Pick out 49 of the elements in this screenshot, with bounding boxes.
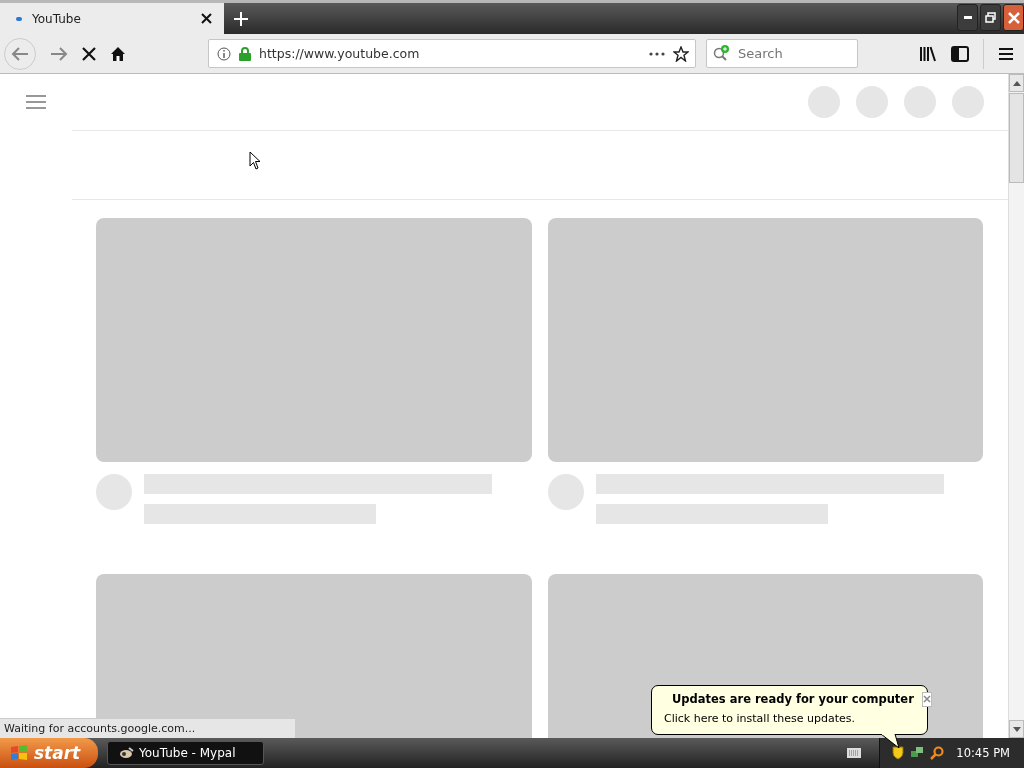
close-icon (922, 695, 931, 703)
tab-title: YouTube (32, 11, 82, 26)
library-icon[interactable] (919, 45, 937, 62)
close-icon[interactable] (201, 13, 212, 24)
scroll-thumb[interactable] (1009, 93, 1024, 183)
url-text: https://www.youtube.com (259, 46, 421, 61)
address-bar[interactable]: https://www.youtube.com (208, 39, 696, 68)
placeholder-circle (856, 86, 888, 118)
scrollbar[interactable] (1008, 74, 1024, 738)
new-tab-icon[interactable] (234, 11, 248, 26)
close-icon (1007, 11, 1020, 24)
balloon-tail (881, 734, 903, 748)
minimize-button[interactable] (957, 4, 978, 31)
restore-button[interactable] (980, 4, 1001, 31)
star-icon[interactable] (673, 45, 689, 62)
browser-tab[interactable]: YouTube (0, 3, 224, 34)
search-icon[interactable] (930, 746, 945, 760)
windows-logo-icon (10, 745, 28, 761)
balloon-text: Click here to install these updates. (664, 712, 856, 725)
avatar-placeholder (548, 474, 584, 510)
search-field[interactable]: Search (706, 39, 858, 68)
restore-icon (985, 12, 996, 23)
close-button[interactable] (1003, 4, 1024, 31)
mouse-cursor-icon (249, 151, 261, 170)
scroll-up-icon[interactable] (1012, 80, 1021, 86)
network-icon[interactable] (910, 746, 925, 760)
back-arrow-icon (11, 46, 29, 61)
forward-icon[interactable] (50, 46, 68, 61)
app-icon (118, 747, 134, 759)
sidebar-icon[interactable] (951, 45, 969, 62)
more-icon[interactable] (649, 51, 665, 56)
stop-icon[interactable] (82, 46, 96, 61)
favicon-icon (16, 16, 22, 21)
placeholder-circle (952, 86, 984, 118)
status-text: Waiting for accounts.google.com... (0, 718, 296, 738)
minimize-icon (963, 16, 972, 19)
shield-icon[interactable] (892, 746, 905, 760)
menu-icon[interactable] (998, 46, 1014, 61)
avatar-placeholder (96, 474, 132, 510)
home-icon[interactable] (110, 45, 126, 62)
balloon-title: Updates are ready for your computer (672, 692, 914, 706)
keyboard-icon[interactable] (847, 748, 862, 758)
info-icon[interactable] (217, 46, 231, 61)
placeholder-circle (904, 86, 936, 118)
lock-icon (239, 46, 251, 61)
clock: 10:45 PM (956, 746, 1010, 760)
scroll-down-icon[interactable] (1012, 726, 1021, 732)
taskbar-button[interactable]: YouTube - Mypal (107, 741, 264, 765)
placeholder-circle (808, 86, 840, 118)
